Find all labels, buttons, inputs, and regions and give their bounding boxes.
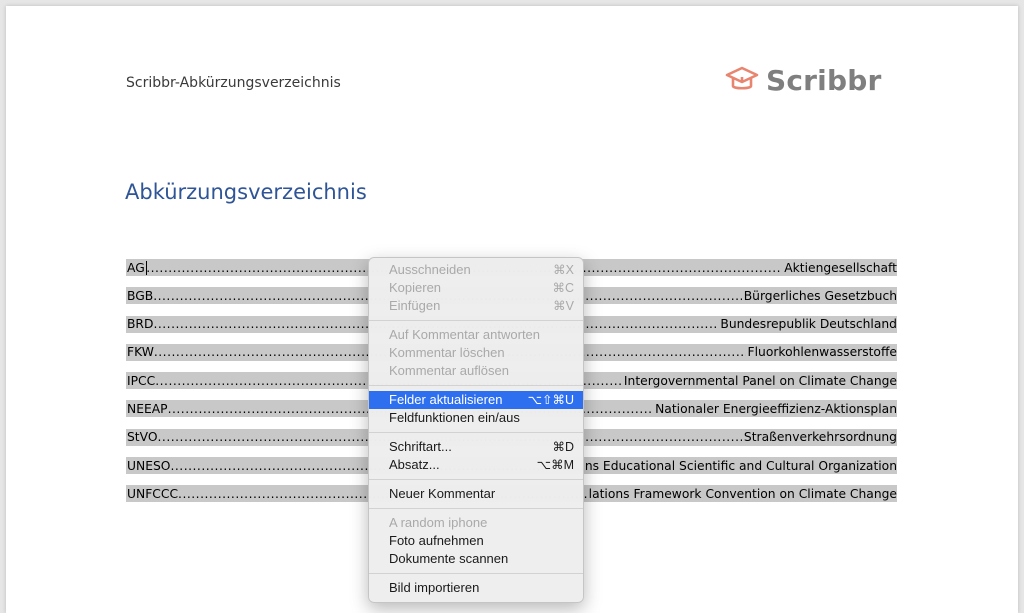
context-menu[interactable]: Ausschneiden ⌘X Kopieren ⌘C Einfügen ⌘V Auf…: [368, 257, 584, 603]
entry-description: Bürgerliches Gesetzbuch: [743, 288, 897, 303]
menu-item-shortcut: ⌥⌘M: [536, 458, 574, 472]
menu-separator: [369, 385, 583, 386]
logo-text: Scribbr: [766, 63, 882, 97]
menu-item-schriftart[interactable]: Schriftart... ⌘D: [369, 438, 583, 456]
menu-item-kommentar-loeschen[interactable]: Kommentar löschen: [369, 344, 583, 362]
menu-item-kopieren[interactable]: Kopieren ⌘C: [369, 279, 583, 297]
menu-item-neuer-kommentar[interactable]: Neuer Kommentar: [369, 485, 583, 503]
entry-description: Aktiengesellschaft: [784, 260, 897, 275]
menu-item-label: Schriftart...: [389, 439, 452, 454]
menu-item-label: Neuer Kommentar: [389, 486, 496, 501]
menu-item-shortcut: ⌘V: [553, 299, 574, 313]
menu-separator: [369, 432, 583, 433]
menu-item-label: Kommentar auflösen: [389, 363, 509, 378]
entry-abbreviation: FKW: [127, 345, 154, 360]
entry-abbreviation: AG: [127, 260, 145, 275]
menu-separator: [369, 573, 583, 574]
menu-item-foto-aufnehmen[interactable]: Foto aufnehmen: [369, 532, 583, 550]
menu-item-kommentar-aufloesen[interactable]: Kommentar auflösen: [369, 362, 583, 380]
menu-item-label: Bild importieren: [389, 580, 480, 595]
menu-item-label: Absatz...: [389, 457, 440, 472]
menu-item-device-header: A random iphone: [369, 514, 583, 532]
entry-description: Intergovernmental Panel on Climate Chang…: [623, 373, 897, 388]
menu-item-label: A random iphone: [389, 515, 488, 530]
menu-item-label: Ausschneiden: [389, 262, 471, 277]
menu-item-shortcut: ⌘D: [552, 440, 574, 454]
entry-description: Straßenverkehrsordnung: [743, 430, 897, 445]
menu-item-ausschneiden[interactable]: Ausschneiden ⌘X: [369, 261, 583, 279]
menu-separator: [369, 479, 583, 480]
entry-abbreviation: StVO: [127, 430, 158, 445]
scribbr-logo: Scribbr: [724, 60, 881, 100]
menu-item-label: Kopieren: [389, 280, 442, 295]
entry-description: ns Educational Scientific and Cultural O…: [584, 458, 897, 473]
entry-abbreviation: IPCC: [127, 373, 156, 388]
menu-item-einfuegen[interactable]: Einfügen ⌘V: [369, 297, 583, 315]
menu-item-shortcut: ⌘X: [553, 263, 574, 277]
menu-item-feldfunktionen[interactable]: Feldfunktionen ein/aus: [369, 409, 583, 427]
menu-item-felder-aktualisieren[interactable]: Felder aktualisieren ⌥⇧⌘U: [369, 391, 583, 409]
entry-description: Nationaler Energieeffizienz-Aktionsplan: [655, 401, 897, 416]
menu-item-label: Einfügen: [389, 298, 441, 313]
entry-abbreviation: BRD: [127, 317, 154, 332]
menu-item-shortcut: ⌘C: [552, 281, 574, 295]
menu-item-dokumente-scannen[interactable]: Dokumente scannen: [369, 550, 583, 568]
entry-abbreviation: BGB: [127, 288, 154, 303]
document-header: Scribbr-Abkürzungsverzeichnis: [126, 75, 341, 91]
page-title: Abkürzungsverzeichnis: [125, 180, 367, 204]
menu-separator: [369, 320, 583, 321]
entry-abbreviation: UNFCCC: [127, 486, 179, 501]
entry-description: lations Framework Convention on Climate …: [588, 486, 897, 501]
menu-item-label: Dokumente scannen: [389, 551, 509, 566]
menu-separator: [369, 508, 583, 509]
menu-item-absatz[interactable]: Absatz... ⌥⌘M: [369, 456, 583, 474]
entry-abbreviation: UNESO: [127, 458, 171, 473]
entry-description: Bundesrepublik Deutschland: [720, 317, 897, 332]
menu-item-label: Auf Kommentar antworten: [389, 327, 541, 342]
entry-description: Fluorkohlenwasserstoffe: [747, 345, 897, 360]
menu-item-label: Kommentar löschen: [389, 345, 505, 360]
graduation-cap-icon: [725, 66, 759, 90]
menu-item-auf-kommentar-antworten[interactable]: Auf Kommentar antworten: [369, 326, 583, 344]
menu-item-label: Felder aktualisieren: [389, 392, 503, 407]
entry-abbreviation: NEEAP: [127, 401, 168, 416]
menu-item-bild-importieren[interactable]: Bild importieren: [369, 579, 583, 597]
menu-item-shortcut: ⌥⇧⌘U: [527, 393, 574, 407]
menu-item-label: Foto aufnehmen: [389, 533, 484, 548]
menu-item-label: Feldfunktionen ein/aus: [389, 410, 520, 425]
